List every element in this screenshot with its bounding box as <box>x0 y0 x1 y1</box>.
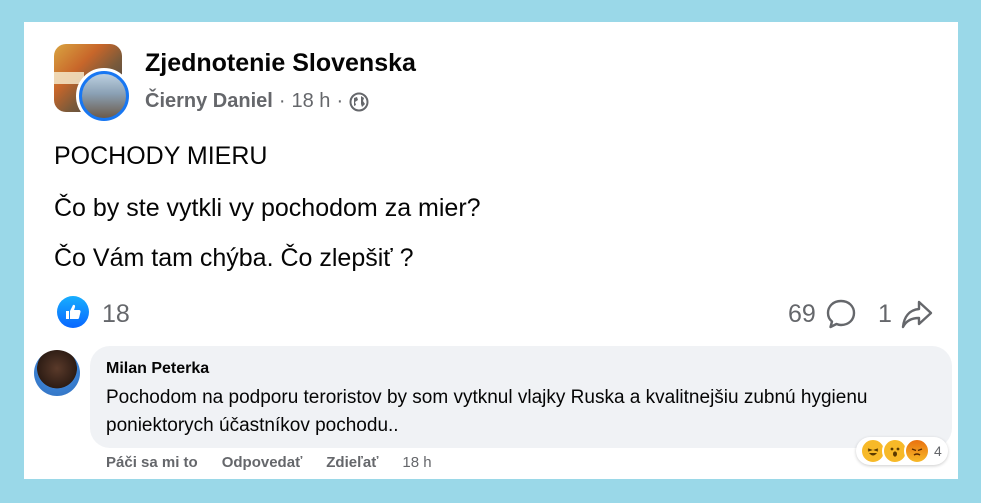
post-card: Zjednotenie Slovenska Čierny Daniel · 18… <box>24 22 958 479</box>
author-avatar[interactable] <box>76 68 132 124</box>
comment-time[interactable]: 18 h <box>402 454 431 471</box>
post-text-line: POCHODY MIERU <box>54 142 268 170</box>
comment-reaction-count: 4 <box>934 443 942 459</box>
commenter-avatar[interactable] <box>34 350 80 396</box>
author-name[interactable]: Čierny Daniel <box>145 90 273 113</box>
comment-like-button[interactable]: Páči sa mi to <box>106 454 198 471</box>
share-count[interactable]: 1 <box>878 300 892 329</box>
comment-count[interactable]: 69 <box>788 300 816 329</box>
group-name[interactable]: Zjednotenie Slovenska <box>145 49 416 78</box>
commenter-name[interactable]: Milan Peterka <box>106 360 209 378</box>
comment-reply-button[interactable]: Odpovedať <box>222 454 303 471</box>
post-avatars[interactable] <box>54 44 136 126</box>
share-icon[interactable] <box>900 298 934 330</box>
like-icon[interactable] <box>57 296 89 328</box>
comment-icon[interactable] <box>825 298 857 330</box>
post-meta: Čierny Daniel · 18 h · <box>145 90 369 113</box>
meta-separator: · <box>336 90 344 112</box>
post-time[interactable]: 18 h <box>292 90 331 113</box>
meta-separator: · <box>278 90 286 112</box>
comment-share-button[interactable]: Zdieľať <box>326 454 378 471</box>
comment-reactions[interactable]: 4 <box>856 437 948 465</box>
comment-text: Pochodom na podporu teroristov by som vy… <box>106 387 868 436</box>
comment-bubble: Milan Peterka Pochodom na podporu terori… <box>90 346 952 448</box>
post-text-line: Čo by ste vytkli vy pochodom za mier? <box>54 194 481 222</box>
like-count[interactable]: 18 <box>102 300 130 329</box>
angry-icon <box>904 438 930 464</box>
comment-actions: Páči sa mi to Odpovedať Zdieľať 18 h <box>106 454 432 471</box>
globe-icon[interactable] <box>349 92 369 112</box>
post-text-line: Čo Vám tam chýba. Čo zlepšiť ? <box>54 244 414 272</box>
